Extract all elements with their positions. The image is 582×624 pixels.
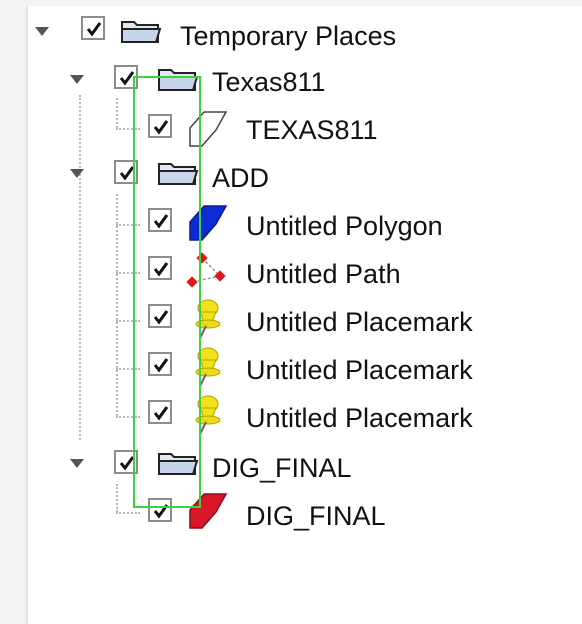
collapse-arrow-icon[interactable]	[68, 74, 86, 86]
tree-connector	[116, 224, 140, 226]
folder-icon	[158, 69, 199, 91]
checkbox[interactable]	[114, 450, 138, 474]
tree-connector	[116, 320, 140, 322]
tree-connector	[116, 484, 118, 512]
tree-connector	[116, 512, 140, 514]
tree-item-label: Untitled Placemark	[246, 307, 473, 337]
folder-icon	[158, 453, 199, 475]
outline-polygon-icon	[189, 111, 228, 147]
tree-item-label: Texas811	[212, 67, 326, 97]
checkbox[interactable]	[81, 16, 105, 40]
tree-item-label: DIG_FINAL	[246, 501, 386, 531]
tree-item-label: Untitled Placemark	[246, 355, 473, 385]
tree-item-label: Temporary Places	[180, 21, 397, 51]
checkbox[interactable]	[114, 160, 138, 184]
checkbox[interactable]	[114, 65, 138, 89]
blue-polygon-icon	[189, 205, 228, 241]
tree-connector	[116, 98, 118, 128]
checkbox[interactable]	[148, 498, 172, 522]
checkbox[interactable]	[148, 256, 172, 280]
red-polygon-icon	[189, 493, 228, 529]
yellow-pushpin-icon	[195, 395, 221, 435]
tree-item-label: Untitled Polygon	[246, 211, 443, 241]
checkbox[interactable]	[148, 208, 172, 232]
collapse-arrow-icon[interactable]	[68, 458, 86, 470]
tree-connector	[116, 128, 140, 130]
tree-connector	[116, 272, 140, 274]
collapse-arrow-icon[interactable]	[33, 26, 51, 38]
places-tree: Temporary Places Texas811 TEXAS811 ADD U…	[0, 0, 582, 624]
tree-item-label: Untitled Path	[246, 259, 401, 289]
tree-item-label: DIG_FINAL	[212, 453, 352, 483]
folder-icon	[158, 163, 199, 185]
tree-connector	[116, 416, 140, 418]
tree-connector	[116, 368, 140, 370]
tree-item-label: ADD	[212, 163, 270, 193]
tree-item-label: Untitled Placemark	[246, 403, 473, 433]
yellow-pushpin-icon	[195, 299, 221, 339]
path-icon	[186, 252, 226, 288]
checkbox[interactable]	[148, 114, 172, 138]
tree-item-label: TEXAS811	[246, 115, 378, 145]
collapse-arrow-icon[interactable]	[68, 168, 86, 180]
checkbox[interactable]	[148, 304, 172, 328]
tree-connector	[79, 95, 81, 440]
places-panel: Temporary Places Texas811 TEXAS811 ADD U…	[0, 0, 582, 624]
folder-icon	[121, 21, 162, 43]
checkbox[interactable]	[148, 352, 172, 376]
tree-connector	[116, 194, 118, 416]
checkbox[interactable]	[148, 400, 172, 424]
yellow-pushpin-icon	[195, 347, 221, 387]
